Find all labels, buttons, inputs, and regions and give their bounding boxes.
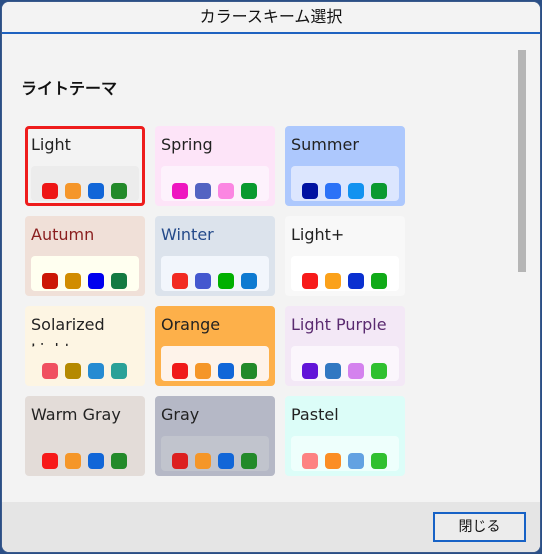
swatch-panel — [31, 166, 139, 201]
swatch-panel — [291, 166, 399, 201]
swatch-panel — [31, 436, 139, 471]
color-swatch — [371, 273, 387, 289]
swatch-panel — [161, 166, 269, 201]
color-swatch — [241, 453, 257, 469]
color-swatch — [325, 453, 341, 469]
color-swatch — [348, 363, 364, 379]
theme-name: Light Purple — [291, 315, 387, 334]
color-swatch — [65, 363, 81, 379]
color-swatch — [42, 273, 58, 289]
color-swatch — [65, 453, 81, 469]
swatch-panel — [31, 346, 139, 381]
color-swatch — [88, 183, 104, 199]
swatch-panel — [291, 346, 399, 381]
theme-name: Orange — [161, 315, 221, 334]
theme-card-orange[interactable]: Orange — [155, 306, 275, 386]
color-swatch — [218, 453, 234, 469]
color-swatch — [241, 183, 257, 199]
color-swatch — [42, 183, 58, 199]
color-swatch — [302, 183, 318, 199]
dialog-title: カラースキーム選択 — [199, 7, 343, 26]
theme-name: Warm Gray — [31, 405, 121, 424]
theme-card-gray[interactable]: Gray — [155, 396, 275, 476]
color-swatch — [111, 273, 127, 289]
color-swatch — [42, 363, 58, 379]
color-swatch — [195, 363, 211, 379]
title-bar: カラースキーム選択 — [2, 2, 540, 34]
dialog-footer: 閉じる — [2, 502, 540, 552]
theme-card-light[interactable]: Light — [25, 126, 145, 206]
swatch-panel — [291, 256, 399, 291]
theme-name: Light — [31, 135, 71, 154]
theme-card-warm-gray[interactable]: Warm Gray — [25, 396, 145, 476]
theme-card-light-purple[interactable]: Light Purple — [285, 306, 405, 386]
color-swatch — [172, 183, 188, 199]
color-swatch — [218, 363, 234, 379]
swatch-panel — [291, 436, 399, 471]
close-button[interactable]: 閉じる — [433, 512, 526, 542]
theme-name: Pastel — [291, 405, 339, 424]
section-title-light-themes: ライトテーマ — [21, 79, 118, 98]
color-swatch — [371, 363, 387, 379]
color-swatch — [325, 183, 341, 199]
color-swatch — [302, 363, 318, 379]
swatch-panel — [31, 256, 139, 291]
color-swatch — [88, 363, 104, 379]
theme-list-scroll-area: ライトテーマ Light Spring Summer Autumn Winter Ligh… — [2, 34, 540, 502]
swatch-panel — [161, 436, 269, 471]
theme-card-light-[interactable]: Light+ — [285, 216, 405, 296]
theme-card-autumn[interactable]: Autumn — [25, 216, 145, 296]
color-swatch — [325, 363, 341, 379]
color-swatch — [325, 273, 341, 289]
color-swatch — [172, 363, 188, 379]
color-swatch — [111, 183, 127, 199]
theme-name: Autumn — [31, 225, 95, 244]
color-swatch — [172, 273, 188, 289]
color-swatch — [371, 183, 387, 199]
color-swatch — [42, 453, 58, 469]
theme-name: Summer — [291, 135, 359, 154]
swatch-panel — [161, 346, 269, 381]
color-swatch — [172, 453, 188, 469]
theme-name: Gray — [161, 405, 200, 424]
theme-name: Spring — [161, 135, 213, 154]
color-swatch — [348, 453, 364, 469]
theme-card-winter[interactable]: Winter — [155, 216, 275, 296]
theme-card-spring[interactable]: Spring — [155, 126, 275, 206]
color-swatch — [65, 273, 81, 289]
theme-name: Light+ — [291, 225, 345, 244]
swatch-panel — [161, 256, 269, 291]
color-swatch — [241, 273, 257, 289]
theme-card-summer[interactable]: Summer — [285, 126, 405, 206]
color-swatch — [302, 453, 318, 469]
color-swatch — [371, 453, 387, 469]
color-swatch — [111, 363, 127, 379]
color-swatch — [218, 273, 234, 289]
color-swatch — [111, 453, 127, 469]
color-swatch — [195, 183, 211, 199]
color-swatch — [348, 273, 364, 289]
theme-card-pastel[interactable]: Pastel — [285, 396, 405, 476]
scrollbar-thumb[interactable] — [518, 50, 526, 272]
color-swatch — [348, 183, 364, 199]
color-swatch — [88, 453, 104, 469]
color-scheme-dialog: カラースキーム選択 ライトテーマ Light Spring Summer Autumn… — [1, 1, 541, 553]
color-swatch — [65, 183, 81, 199]
color-swatch — [195, 453, 211, 469]
color-swatch — [218, 183, 234, 199]
color-swatch — [88, 273, 104, 289]
color-swatch — [302, 273, 318, 289]
theme-card-solarized-light[interactable]: Solarized Light — [25, 306, 145, 386]
theme-name: Winter — [161, 225, 214, 244]
color-swatch — [241, 363, 257, 379]
color-swatch — [195, 273, 211, 289]
